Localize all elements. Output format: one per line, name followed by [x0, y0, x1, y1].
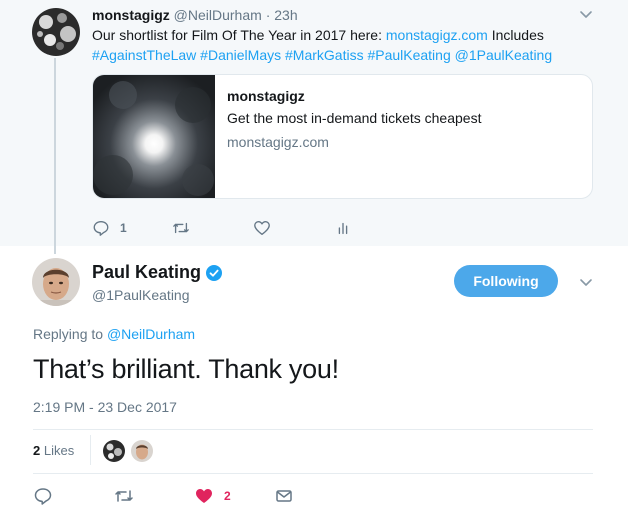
parent-tweet[interactable]: monstagigz @NeilDurham · 23h Our shortli… — [0, 0, 628, 254]
chevron-down-icon[interactable] — [576, 4, 596, 24]
card-image — [93, 75, 215, 198]
heart-icon — [196, 489, 212, 503]
main-name-text: Paul Keating — [92, 262, 202, 282]
main-avatar[interactable] — [32, 258, 80, 306]
parent-text-after: Includes — [487, 27, 544, 43]
verified-badge-icon — [206, 264, 223, 281]
parent-avatar[interactable] — [32, 8, 80, 56]
analytics-button[interactable] — [334, 218, 352, 238]
parent-text-link[interactable]: monstagigz.com — [386, 27, 488, 43]
tweet-timestamp[interactable]: 2:19 PM - 23 Dec 2017 — [33, 399, 177, 415]
reply-icon — [93, 221, 109, 236]
main-display-name[interactable]: Paul Keating — [92, 262, 223, 283]
like-button[interactable] — [253, 218, 271, 238]
parent-hashtags[interactable]: #AgainstTheLaw #DanielMays #MarkGatiss #… — [92, 47, 552, 63]
likes-separator — [90, 435, 91, 465]
following-button[interactable]: Following — [454, 265, 558, 297]
parent-tweet-text: Our shortlist for Film Of The Year in 20… — [92, 25, 602, 65]
heart-icon — [254, 221, 270, 235]
envelope-icon — [276, 490, 292, 502]
card-title: monstagigz — [227, 88, 305, 104]
parent-actions: 1 — [92, 218, 392, 238]
replying-to: Replying to @NeilDurham — [33, 326, 195, 342]
reply-icon — [34, 488, 52, 505]
replying-prefix: Replying to — [33, 326, 107, 342]
liker-avatar[interactable] — [131, 440, 153, 462]
retweet-icon — [115, 490, 133, 502]
card-domain: monstagigz.com — [227, 134, 329, 150]
retweet-icon — [173, 222, 189, 234]
reply-count: 1 — [120, 221, 127, 235]
likes-count[interactable]: 2 Likes — [33, 443, 74, 458]
link-card[interactable]: monstagigz Get the most in-demand ticket… — [92, 74, 593, 199]
likes-label: Likes — [40, 443, 75, 458]
parent-handle[interactable]: @NeilDurham — [174, 7, 262, 23]
parent-time[interactable]: 23h — [274, 7, 297, 23]
card-description: Get the most in-demand tickets cheapest — [227, 110, 482, 126]
parent-header: monstagigz @NeilDurham · 23h — [92, 6, 298, 24]
main-actions: 2 — [33, 486, 333, 508]
main-tweet: Paul Keating @1PaulKeating Following Rep… — [0, 246, 628, 524]
reply-button[interactable] — [33, 486, 53, 506]
likes-row: 2 Likes — [33, 429, 593, 473]
like-button[interactable]: 2 — [194, 486, 231, 506]
main-handle[interactable]: @1PaulKeating — [92, 287, 190, 303]
divider-bottom — [33, 473, 593, 474]
direct-message-button[interactable] — [274, 486, 294, 506]
like-count: 2 — [224, 489, 231, 503]
retweet-button[interactable] — [172, 218, 190, 238]
replying-to-link[interactable]: @NeilDurham — [107, 326, 195, 342]
separator-dot: · — [265, 7, 271, 23]
parent-display-name[interactable]: monstagigz — [92, 7, 170, 23]
analytics-icon — [338, 222, 348, 235]
main-tweet-text: That’s brilliant. Thank you! — [33, 354, 339, 384]
chevron-down-icon[interactable] — [576, 272, 596, 292]
parent-text-plain: Our shortlist for Film Of The Year in 20… — [92, 27, 386, 43]
reply-button[interactable]: 1 — [92, 218, 127, 238]
retweet-button[interactable] — [114, 486, 134, 506]
liker-avatar[interactable] — [103, 440, 125, 462]
thread-connector — [54, 58, 56, 254]
